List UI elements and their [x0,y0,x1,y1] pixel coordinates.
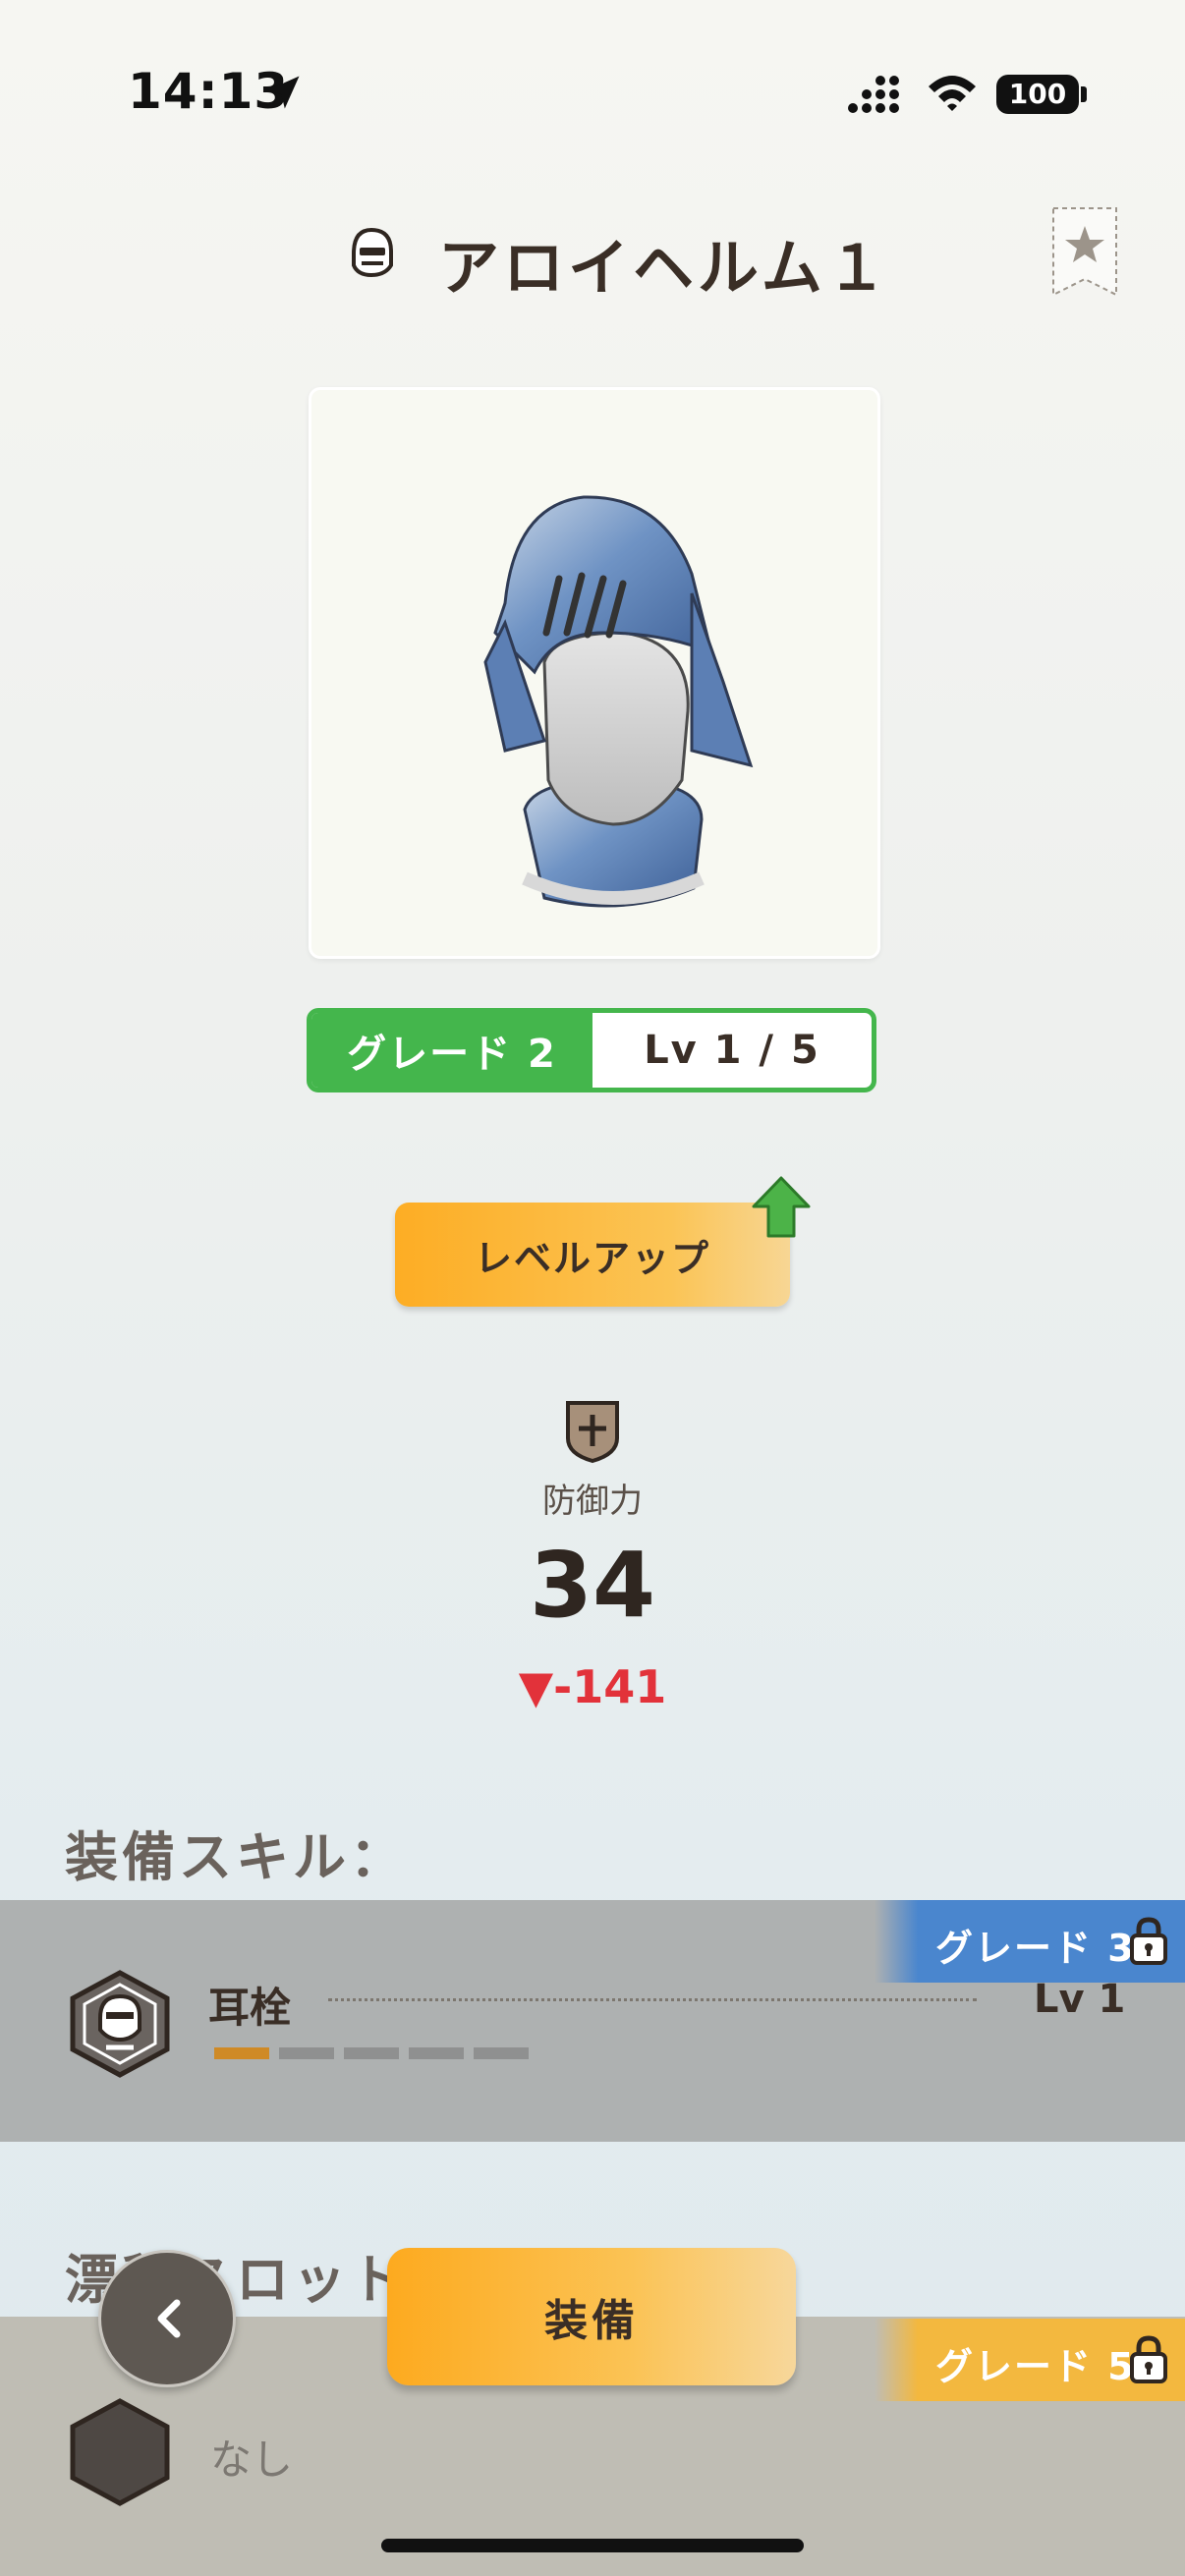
skill-name: 耳栓 [208,1984,292,2032]
up-arrow-icon [752,1176,811,1238]
page-title: アロイヘルム１ [438,232,891,304]
lock-icon [1130,1917,1167,1965]
level-label: Lv 1 / 5 [644,1028,820,1073]
shield-icon [566,1401,619,1464]
skill-pip [344,2047,399,2059]
skill-level: Lv 1 [1034,1977,1126,2022]
drift-slot-value: なし [210,2436,294,2484]
helmet-icon [352,227,393,278]
defense-value: 34 [529,1533,656,1638]
chevron-left-icon[interactable] [151,2295,187,2342]
empty-slot-icon [70,2398,170,2506]
equip-skill-heading: 装備スキル： [65,1826,407,1888]
signal-icon [848,76,899,113]
location-arrow-icon [266,76,300,109]
level-up-button[interactable]: レベルアップ [395,1203,790,1307]
favorite-star-icon[interactable] [1049,204,1120,299]
skill-pip [214,2047,269,2059]
grade-level-pill: グレード 2 Lv 1 / 5 [307,1008,876,1092]
lock-icon [1130,2335,1167,2383]
equip-button[interactable]: 装備 [387,2248,796,2385]
skill-divider [328,1998,977,2001]
skill-emblem-icon [70,1970,170,2078]
grade-label: グレード 2 [311,1013,592,1088]
home-indicator[interactable] [381,2539,804,2552]
skill-pip [474,2047,529,2059]
battery-cap [1081,86,1087,102]
skill-pip [279,2047,334,2059]
helmet-image [483,495,754,908]
grade3-tag-label: グレード 3 [935,1927,1136,1970]
battery-icon: 100 [996,75,1079,114]
defense-diff: ▼-141 [518,1660,667,1713]
defense-label: 防御力 [542,1482,643,1521]
grade5-tag-label: グレード 5 [935,2345,1136,2388]
wifi-icon [929,76,976,111]
skill-pip [409,2047,464,2059]
skill-level-pips [214,2047,529,2059]
